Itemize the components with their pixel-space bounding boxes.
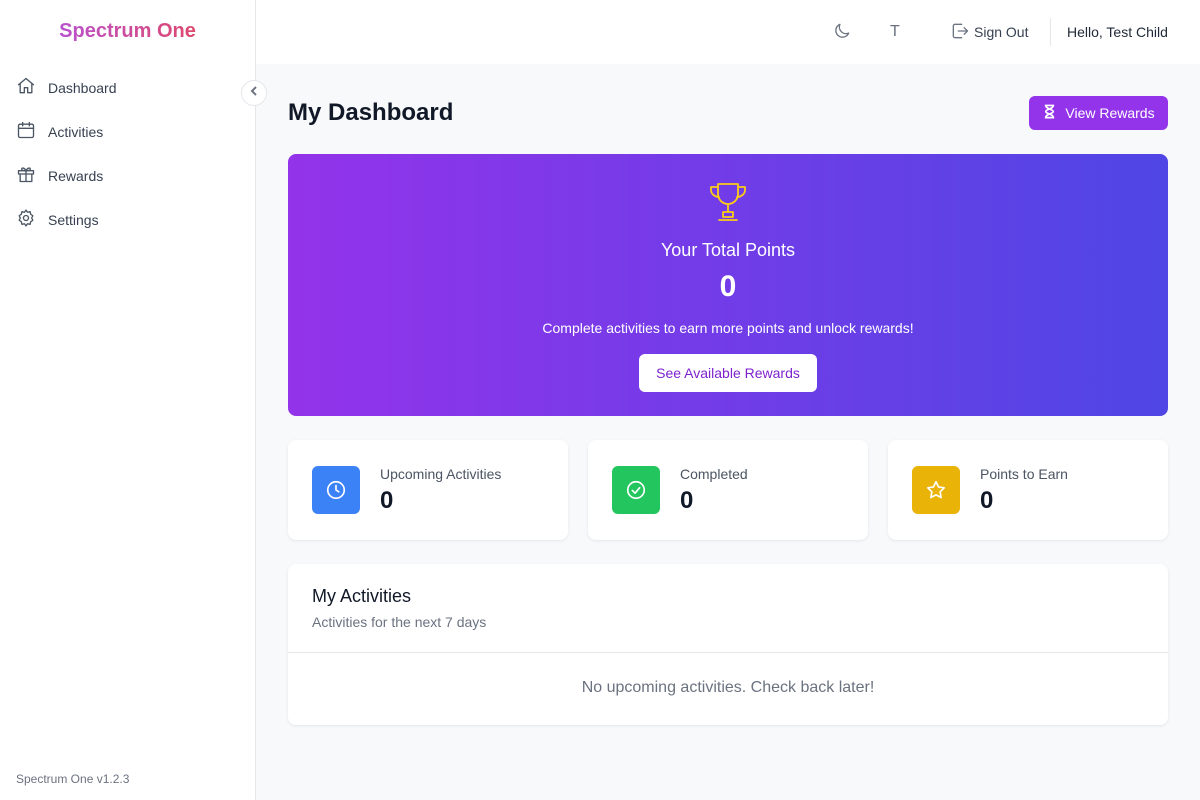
- sidebar-item-label: Dashboard: [48, 80, 117, 96]
- app-version: Spectrum One v1.2.3: [16, 772, 130, 786]
- view-rewards-label: View Rewards: [1065, 105, 1155, 121]
- stat-value: 0: [980, 487, 994, 514]
- star-icon: [912, 466, 960, 514]
- stat-label: Upcoming Activities: [380, 466, 502, 482]
- activities-subtitle: Activities for the next 7 days: [312, 614, 487, 630]
- font-size-toggle[interactable]: T: [890, 20, 900, 44]
- sidebar-item-settings[interactable]: Settings: [0, 198, 255, 242]
- sidebar: Spectrum One Dashboard Activities Reward…: [0, 0, 256, 800]
- sidebar-item-label: Settings: [48, 212, 99, 228]
- hourglass-icon: [1042, 104, 1065, 122]
- sidebar-item-rewards[interactable]: Rewards: [0, 154, 255, 198]
- theme-toggle-button[interactable]: [832, 20, 852, 44]
- check-circle-icon: [612, 466, 660, 514]
- gift-icon: [16, 164, 36, 189]
- sidebar-item-label: Activities: [48, 124, 104, 140]
- sidebar-item-activities[interactable]: Activities: [0, 110, 255, 154]
- sidebar-collapse-button[interactable]: [241, 80, 267, 106]
- page-title: My Dashboard: [288, 99, 454, 126]
- calendar-icon: [16, 120, 36, 145]
- stat-card-upcoming: Upcoming Activities 0: [288, 440, 568, 540]
- moon-icon: [832, 21, 852, 44]
- sign-out-label: Sign Out: [974, 24, 1029, 40]
- stat-value: 0: [680, 487, 694, 514]
- sidebar-item-label: Rewards: [48, 168, 104, 184]
- view-rewards-button[interactable]: View Rewards: [1029, 96, 1168, 130]
- stat-label: Points to Earn: [980, 466, 1068, 482]
- header-divider: [1050, 18, 1051, 46]
- sidebar-nav: Dashboard Activities Rewards Settings: [0, 66, 255, 242]
- top-header: T Sign Out Hello, Test Child: [256, 0, 1200, 64]
- points-hero-card: Your Total Points 0 Complete activities …: [288, 154, 1168, 416]
- sign-out-icon: [950, 21, 970, 44]
- gear-icon: [16, 208, 36, 233]
- stat-card-completed: Completed 0: [588, 440, 868, 540]
- home-icon: [16, 76, 36, 101]
- my-activities-card: My Activities Activities for the next 7 …: [288, 564, 1168, 725]
- sidebar-item-dashboard[interactable]: Dashboard: [0, 66, 255, 110]
- see-available-rewards-button[interactable]: See Available Rewards: [639, 354, 817, 392]
- stat-value: 0: [380, 487, 394, 514]
- user-greeting: Hello, Test Child: [1067, 24, 1168, 40]
- points-subtitle: Complete activities to earn more points …: [542, 320, 914, 336]
- total-points-value: 0: [719, 270, 737, 303]
- activities-title: My Activities: [312, 586, 412, 606]
- trophy-icon: [704, 178, 752, 226]
- stat-card-points-to-earn: Points to Earn 0: [888, 440, 1168, 540]
- chevron-left-icon: [248, 84, 260, 102]
- activities-empty-state: No upcoming activities. Check back later…: [581, 679, 875, 696]
- stat-label: Completed: [680, 466, 748, 482]
- sign-out-button[interactable]: Sign Out: [946, 20, 1028, 44]
- brand-logo[interactable]: Spectrum One: [0, 20, 255, 43]
- clock-icon: [312, 466, 360, 514]
- activities-divider: [288, 652, 1168, 653]
- total-points-label: Your Total Points: [660, 240, 796, 260]
